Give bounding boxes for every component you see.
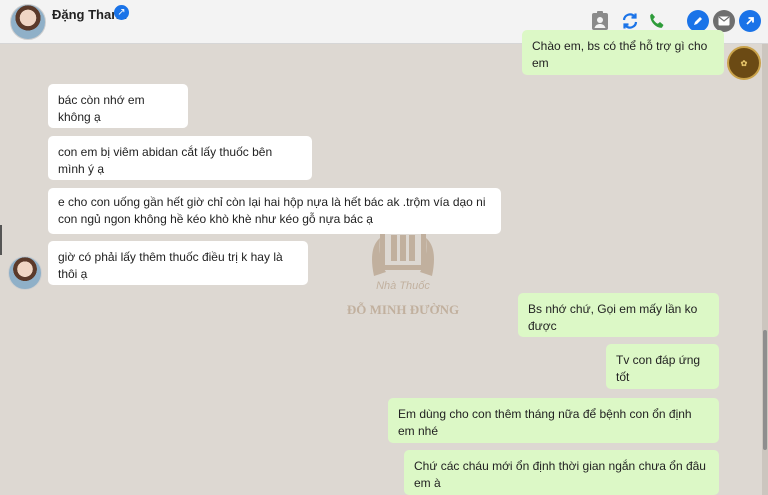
message-text: Chào em, bs có thể hỗ trợ gì cho em <box>532 39 708 70</box>
pharmacy-avatar-mark: ✿ <box>740 58 748 68</box>
message-bubble[interactable]: Bs nhớ chứ, Gọi em mấy lần ko được <box>518 293 719 337</box>
message-bubble[interactable]: Chứ các cháu mới ổn định thời gian ngắn … <box>404 450 719 495</box>
message-text: e cho con uống gần hết giờ chỉ còn lại h… <box>58 195 486 226</box>
watermark-name: ĐỖ MINH ĐƯỜNG <box>346 302 460 317</box>
message-text: Tv con đáp ứng tốt <box>616 353 701 384</box>
message-bubble[interactable]: Em dùng cho con thêm tháng nữa để bệnh c… <box>388 398 719 443</box>
message-text: giờ có phải lấy thêm thuốc điều trị k ha… <box>58 250 283 281</box>
message-text: Bs nhớ chứ, Gọi em mấy lần ko được <box>528 302 698 333</box>
contact-card-icon[interactable] <box>589 10 611 32</box>
edit-icon[interactable] <box>687 10 709 32</box>
contact-avatar-small[interactable] <box>8 256 42 290</box>
message-bubble[interactable]: giờ có phải lấy thêm thuốc điều trị k ha… <box>48 241 308 285</box>
message-text: con em bị viêm abidan cắt lấy thuốc bên … <box>58 145 273 176</box>
message-text: Chứ các cháu mới ổn định thời gian ngắn … <box>414 459 706 490</box>
message-bubble[interactable]: e cho con uống gần hết giờ chỉ còn lại h… <box>48 188 501 234</box>
message-text: bác còn nhớ em không ạ <box>58 93 145 124</box>
contact-avatar[interactable] <box>10 4 46 40</box>
chat-scrollbar-thumb[interactable] <box>763 330 767 450</box>
mail-icon[interactable] <box>713 10 735 32</box>
open-link-icon[interactable] <box>739 10 761 32</box>
pharmacy-avatar[interactable]: ✿ <box>727 46 761 80</box>
phone-icon[interactable] <box>646 10 668 32</box>
message-bubble[interactable]: Chào em, bs có thể hỗ trợ gì cho em <box>522 30 724 75</box>
sync-icon[interactable] <box>619 10 641 32</box>
left-divider <box>0 225 2 255</box>
message-bubble[interactable]: bác còn nhớ em không ạ <box>48 84 188 128</box>
message-text: Em dùng cho con thêm tháng nữa để bệnh c… <box>398 407 692 438</box>
verified-badge-icon: ↗ <box>114 5 129 20</box>
message-bubble[interactable]: con em bị viêm abidan cắt lấy thuốc bên … <box>48 136 312 180</box>
watermark-subtitle: Nhà Thuốc <box>376 280 430 292</box>
message-bubble[interactable]: Tv con đáp ứng tốt <box>606 344 719 389</box>
